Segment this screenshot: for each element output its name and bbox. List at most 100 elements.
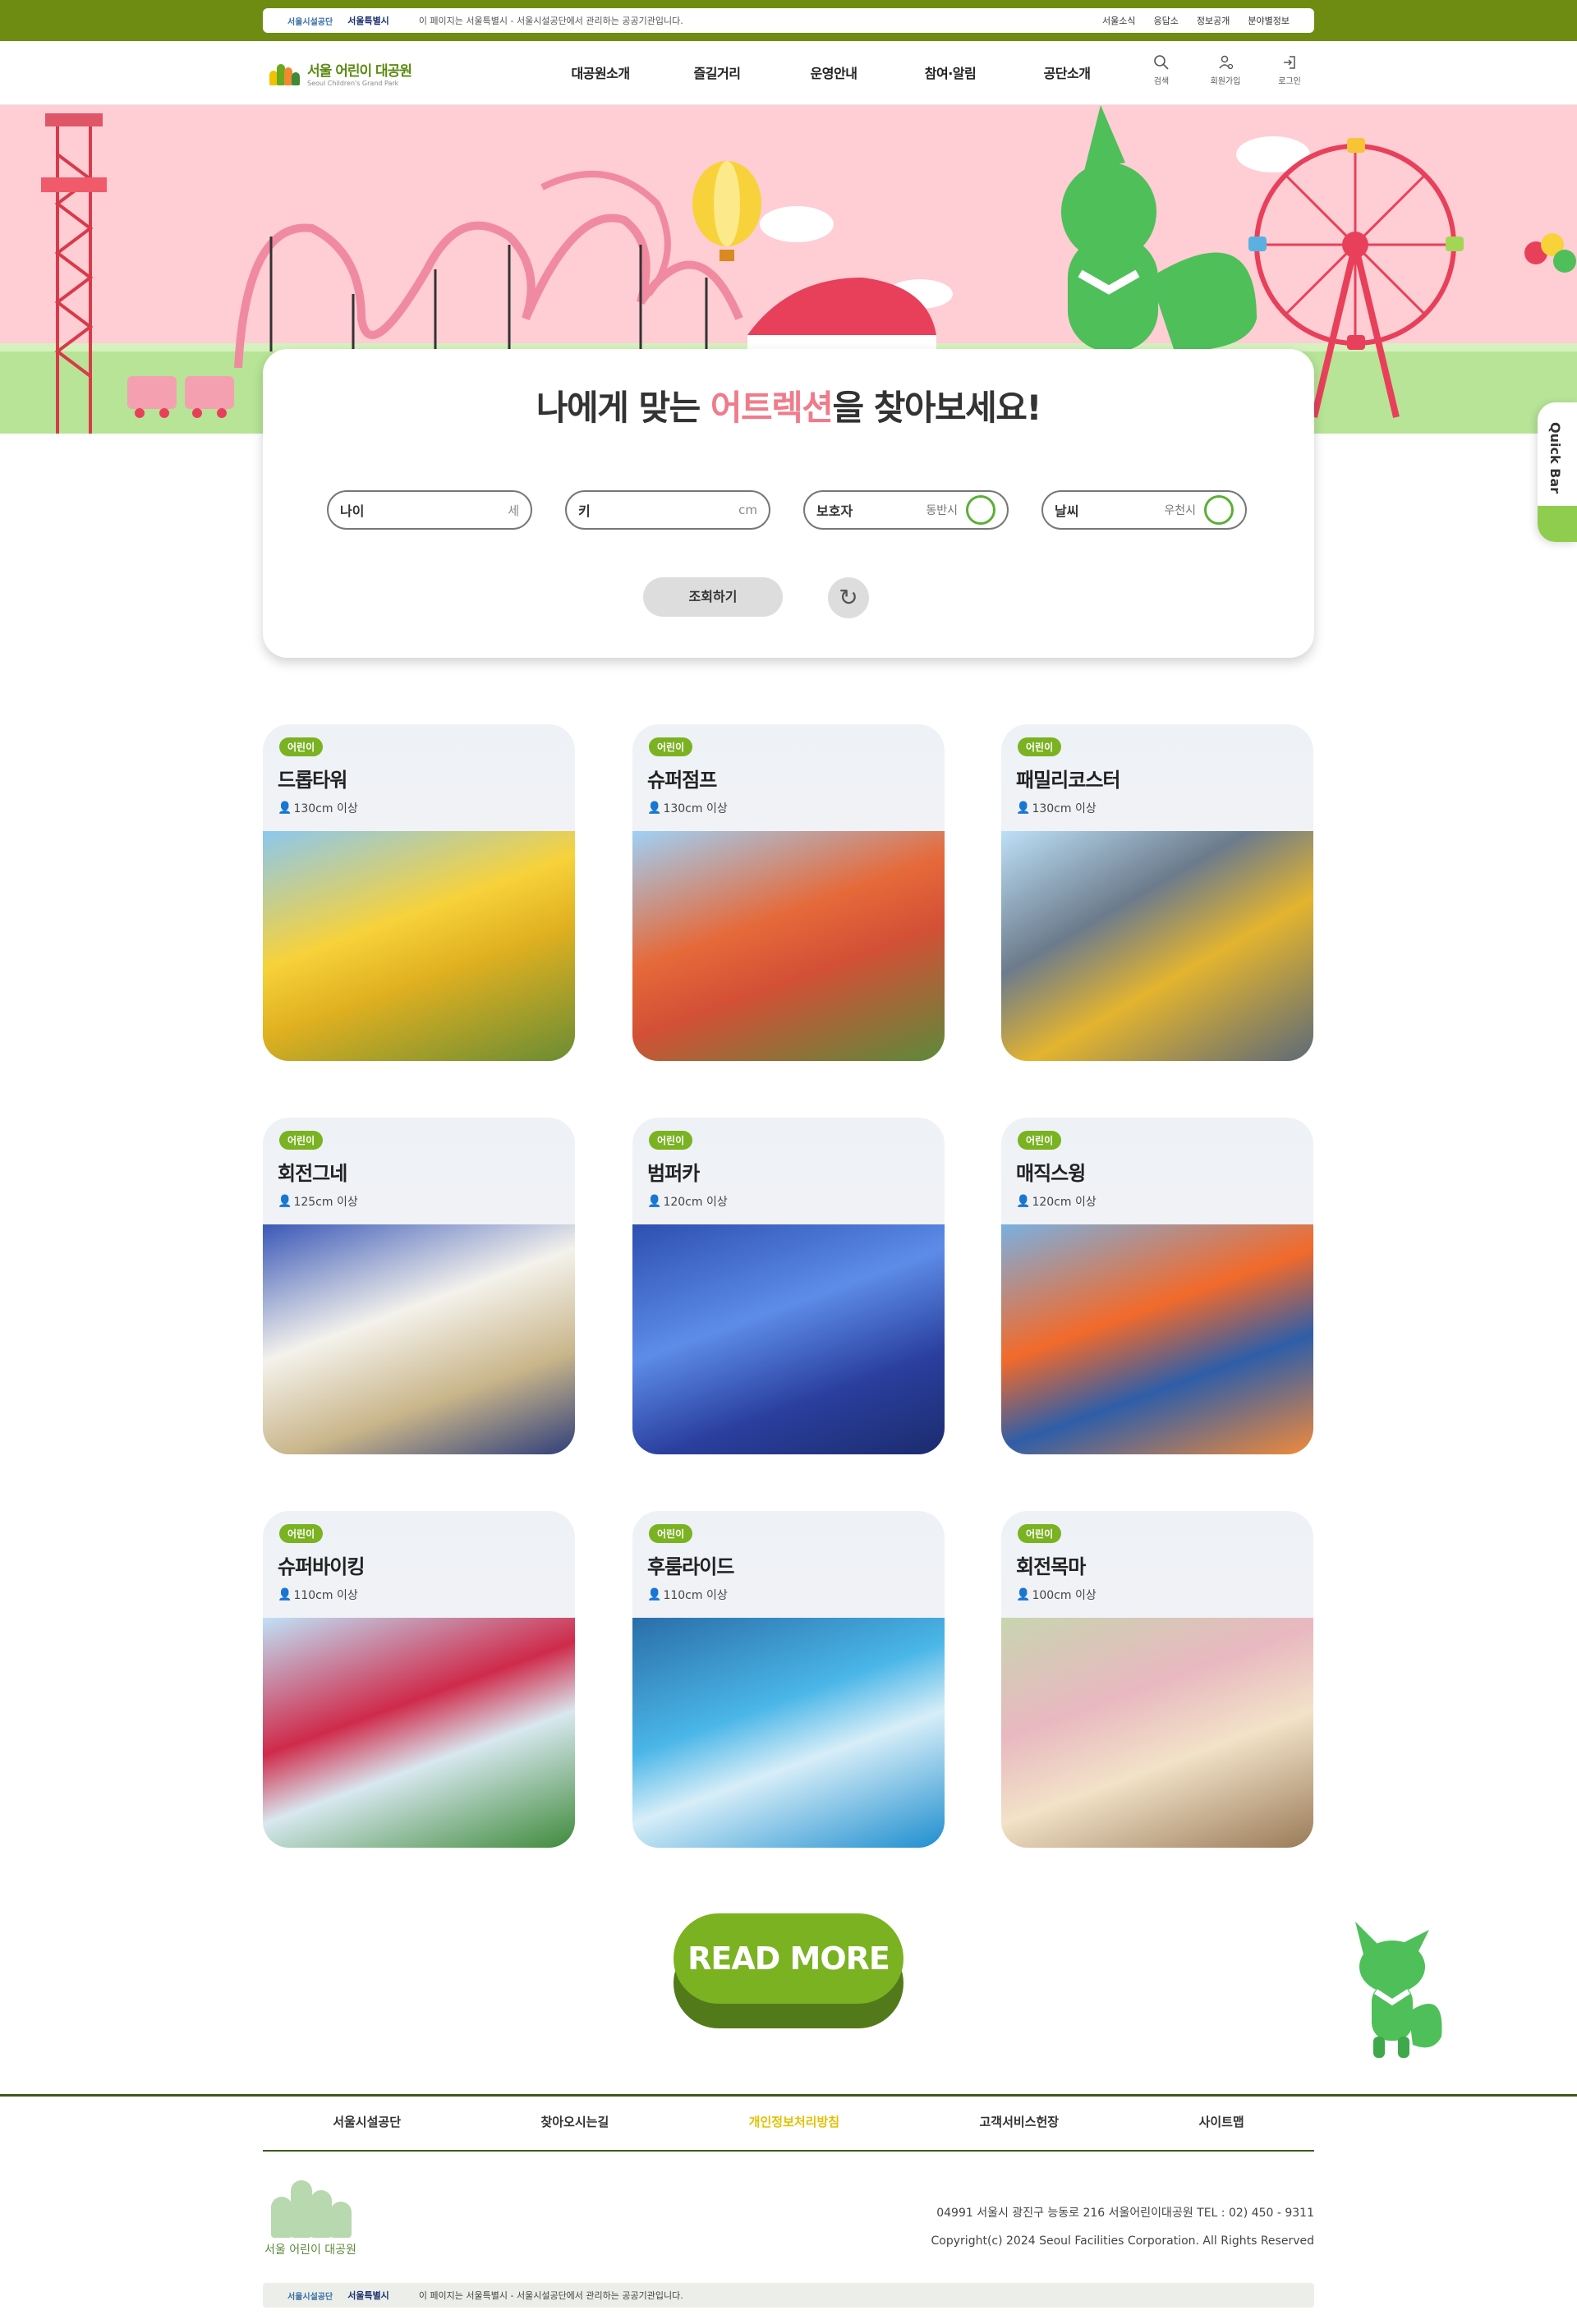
attraction-photo [1001, 1224, 1313, 1454]
attraction-card[interactable]: 어린이회전목마 👤 100cm 이상 [1001, 1511, 1313, 1848]
reset-button[interactable]: ↻ [828, 577, 869, 618]
attraction-name: 범퍼카 [647, 1162, 700, 1185]
attraction-card[interactable]: 어린이슈퍼바이킹 👤 110cm 이상 [263, 1511, 575, 1848]
age-badge: 어린이 [649, 737, 693, 756]
fox-mascot-icon [1355, 1922, 1442, 2058]
top-links: 서울소식 응답소 정보공개 분야별정보 [1102, 14, 1290, 27]
attraction-name: 슈퍼바이킹 [278, 1555, 365, 1578]
weather-radio[interactable] [1204, 495, 1234, 525]
finder-title: 나에게 맞는 어트렉션을 찾아보세요! [536, 388, 1042, 428]
height-icon: 👤 [278, 1195, 292, 1208]
height-requirement: 👤 100cm 이상 [1016, 1588, 1097, 1602]
site-header: 서울 어린이 대공원 Seoul Children's Grand Park 대… [0, 41, 1577, 105]
attraction-card[interactable]: 어린이 패밀리코스터 👤 130cm 이상 [1001, 724, 1313, 1061]
attraction-name: 후룸라이드 [647, 1555, 734, 1578]
attraction-photo [263, 1618, 575, 1848]
footer-info: 04991 서울시 광진구 능동로 216 서울어린이대공원 TEL : 02)… [931, 2199, 1314, 2255]
height-requirement: 👤 120cm 이상 [1016, 1195, 1097, 1209]
attraction-photo [1001, 831, 1313, 1061]
signup-button[interactable]: 회원가입 [1207, 54, 1244, 86]
attraction-name: 드롭타워 [278, 769, 347, 792]
quick-bar[interactable]: Quick Bar [1538, 402, 1577, 542]
search-label: 검색 [1153, 77, 1170, 86]
attraction-card[interactable]: 어린이 회전그네 👤 125cm 이상 [263, 1118, 575, 1454]
brand-logo[interactable]: 서울 어린이 대공원 Seoul Children's Grand Park [269, 59, 412, 87]
attraction-name: 회전목마 [1016, 1555, 1086, 1578]
height-icon: 👤 [278, 1588, 292, 1601]
attraction-card[interactable]: 어린이범퍼카 👤 120cm 이상 [632, 1118, 945, 1454]
public-notice: 이 페이지는 서울특별시 - 서울시설공단에서 관리하는 공공기관입니다. [418, 16, 683, 26]
top-strip: 서울시설공단 서울특별시 이 페이지는 서울특별시 - 서울시설공단에서 관리하… [0, 0, 1577, 41]
seoul-facilities-logo[interactable]: 서울시설공단 [287, 15, 333, 27]
search-button[interactable]: 검색 [1143, 54, 1179, 86]
weather-toggle[interactable]: 날씨 우천시 [1041, 490, 1247, 530]
footer-bottom-bar: 서울시설공단 서울특별시 이 페이지는 서울특별시 - 서울시설공단에서 관리하… [263, 2283, 1314, 2308]
attraction-name: 매직스윙 [1016, 1162, 1086, 1185]
height-requirement: 👤 120cm 이상 [647, 1195, 728, 1209]
height-requirement: 👤 110cm 이상 [278, 1588, 358, 1602]
attraction-card[interactable]: 어린이 슈퍼점프 👤 130cm 이상 [632, 724, 945, 1061]
login-label: 로그인 [1278, 77, 1301, 86]
footer-link[interactable]: 찾아오시는길 [540, 2113, 609, 2130]
age-badge: 어린이 [649, 1524, 693, 1543]
public-notice: 이 페이지는 서울특별시 - 서울시설공단에서 관리하는 공공기관입니다. [418, 2290, 683, 2301]
nav-item-about[interactable]: 대공원소개 [542, 62, 659, 82]
attraction-photo [263, 1224, 575, 1454]
nav-item-operation[interactable]: 운영안내 [775, 62, 892, 82]
search-icon [1143, 54, 1179, 71]
footer-link[interactable]: 사이트맵 [1199, 2113, 1244, 2130]
height-requirement: 👤 125cm 이상 [278, 1195, 358, 1209]
attraction-card[interactable]: 어린이 매직스윙 👤 120cm 이상 [1001, 1118, 1313, 1454]
footer-navigation: 서울시설공단 찾아오시는길 개인정보처리방침 고객서비스헌장 사이트맵 [263, 2113, 1314, 2130]
attraction-photo [1001, 1618, 1313, 1848]
read-more-wrapper: READ MORE [674, 1913, 903, 2028]
attraction-card[interactable]: 어린이 드롭타워 👤 130cm 이상 [263, 724, 575, 1061]
height-requirement: 👤 110cm 이상 [647, 1588, 728, 1602]
footer-logo: 서울 어린이 대공원 [264, 2176, 363, 2257]
guardian-radio[interactable] [966, 495, 995, 525]
top-utility-bar: 서울시설공단 서울특별시 이 페이지는 서울특별시 - 서울시설공단에서 관리하… [263, 8, 1314, 33]
seoul-facilities-logo[interactable]: 서울시설공단 [287, 2290, 333, 2302]
age-badge: 어린이 [1018, 737, 1062, 756]
attraction-card[interactable]: 어린이후룸라이드 👤 110cm 이상 [632, 1511, 945, 1848]
height-icon: 👤 [1016, 801, 1031, 815]
seoul-city-logo[interactable]: 서울특별시 [347, 2289, 389, 2302]
footer-link-privacy[interactable]: 개인정보처리방침 [749, 2113, 839, 2130]
attraction-name: 슈퍼점프 [647, 769, 717, 792]
top-link[interactable]: 서울소식 [1102, 14, 1135, 27]
seoul-city-logo[interactable]: 서울특별시 [347, 14, 389, 27]
refresh-icon: ↻ [839, 584, 858, 611]
footer-address: 04991 서울시 광진구 능동로 216 서울어린이대공원 TEL : 02)… [936, 2207, 1314, 2220]
top-link[interactable]: 분야별정보 [1248, 14, 1290, 27]
footer-divider [0, 2094, 1577, 2097]
footer-link[interactable]: 고객서비스헌장 [980, 2113, 1060, 2130]
quick-bar-accent [1538, 506, 1577, 542]
age-badge: 어린이 [649, 1131, 693, 1150]
height-input[interactable]: 키 cm [565, 490, 770, 530]
height-icon: 👤 [278, 801, 292, 815]
nav-item-corporation[interactable]: 공단소개 [1009, 62, 1125, 82]
top-link[interactable]: 응답소 [1154, 14, 1179, 27]
search-submit-button[interactable]: 조회하기 [643, 577, 783, 617]
brand-subtitle: Seoul Children's Grand Park [307, 80, 399, 87]
guardian-toggle[interactable]: 보호자 동반시 [803, 490, 1009, 530]
attraction-photo [263, 831, 575, 1061]
signup-label: 회원가입 [1210, 77, 1241, 86]
age-badge: 어린이 [1018, 1524, 1062, 1543]
age-badge: 어린이 [279, 737, 324, 756]
nav-item-attractions[interactable]: 즐길거리 [659, 62, 775, 82]
age-badge: 어린이 [279, 1524, 324, 1543]
attraction-name: 패밀리코스터 [1016, 769, 1120, 792]
nav-item-participation[interactable]: 참여·알림 [892, 62, 1009, 82]
user-plus-icon [1207, 54, 1244, 71]
login-button[interactable]: 로그인 [1271, 54, 1308, 86]
height-icon: 👤 [647, 801, 662, 815]
park-logo-icon [269, 61, 301, 85]
footer-link[interactable]: 서울시설공단 [333, 2113, 401, 2130]
attraction-photo [632, 1618, 945, 1848]
age-input[interactable]: 나이 세 [327, 490, 532, 530]
read-more-button[interactable]: READ MORE [674, 1913, 903, 2004]
top-link[interactable]: 정보공개 [1197, 14, 1230, 27]
height-icon: 👤 [647, 1195, 662, 1208]
quick-bar-label: Quick Bar [1547, 422, 1563, 494]
